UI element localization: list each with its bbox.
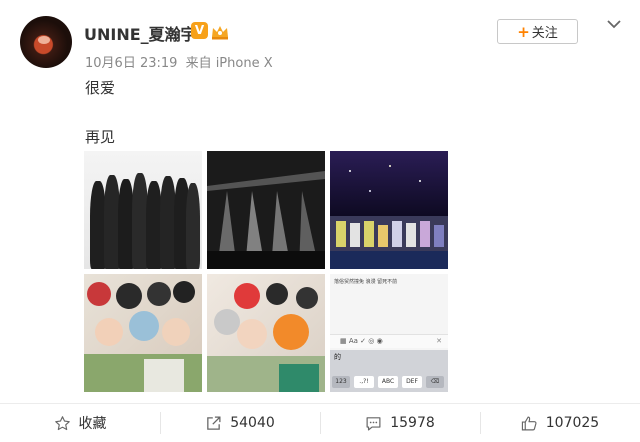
backspace-icon: ⌫: [426, 376, 444, 388]
photo-3[interactable]: [330, 151, 448, 269]
username[interactable]: UNINE_夏瀚宇: [84, 21, 197, 45]
key-123: 123: [332, 376, 350, 388]
screenshot-text: 落俗贸然撞免 浪漫 留死不前: [334, 279, 398, 285]
thumbs-up-icon: [521, 416, 537, 430]
plus-icon: +: [517, 22, 530, 41]
key-punct: .,?!: [354, 376, 374, 388]
comment-count: 15978: [390, 415, 435, 431]
like-button[interactable]: 107025: [480, 404, 640, 442]
member-crown-icon: [212, 26, 228, 40]
post-date[interactable]: 10月6日 23:19: [85, 56, 177, 71]
avatar[interactable]: [20, 16, 72, 68]
comment-button[interactable]: 15978: [320, 404, 480, 442]
key-abc: ABC: [378, 376, 398, 388]
chevron-down-icon[interactable]: [607, 17, 621, 31]
screenshot-toolbar: ▦ Aa ✓ ◎ ◉ ✕: [330, 334, 448, 348]
star-icon: [54, 415, 70, 430]
like-count: 107025: [545, 415, 600, 431]
follow-button[interactable]: + 关注: [497, 19, 578, 44]
screenshot-keyboard: 的 123 .,?! ABC DEF ⌫: [330, 350, 448, 392]
photo-6-keyboard-screenshot[interactable]: 落俗贸然撞免 浪漫 留死不前 ▦ Aa ✓ ◎ ◉ ✕ 的 123 .,?! A…: [330, 274, 448, 392]
photo-5[interactable]: [207, 274, 325, 392]
keyboard-candidate: 的: [334, 353, 341, 361]
post-text-line-1: 很爱: [85, 79, 116, 97]
favorite-label: 收藏: [78, 416, 107, 432]
favorite-button[interactable]: 收藏: [0, 404, 160, 442]
share-icon: [207, 415, 221, 430]
photo-2[interactable]: [207, 151, 325, 269]
action-bar: 收藏 54040 15978 107025: [0, 403, 640, 442]
photo-1[interactable]: [84, 151, 202, 269]
key-def: DEF: [402, 376, 422, 388]
vip-badge-icon: V: [191, 22, 208, 39]
post-meta: 10月6日 23:19 来自 iPhone X: [85, 52, 273, 71]
post-text-line-2: 再见: [85, 128, 116, 146]
repost-count: 54040: [230, 415, 275, 431]
post-source: 来自 iPhone X: [185, 56, 273, 71]
photo-4[interactable]: [84, 274, 202, 392]
follow-label: 关注: [531, 26, 558, 41]
repost-button[interactable]: 54040: [160, 404, 320, 442]
comment-icon: [366, 416, 381, 430]
